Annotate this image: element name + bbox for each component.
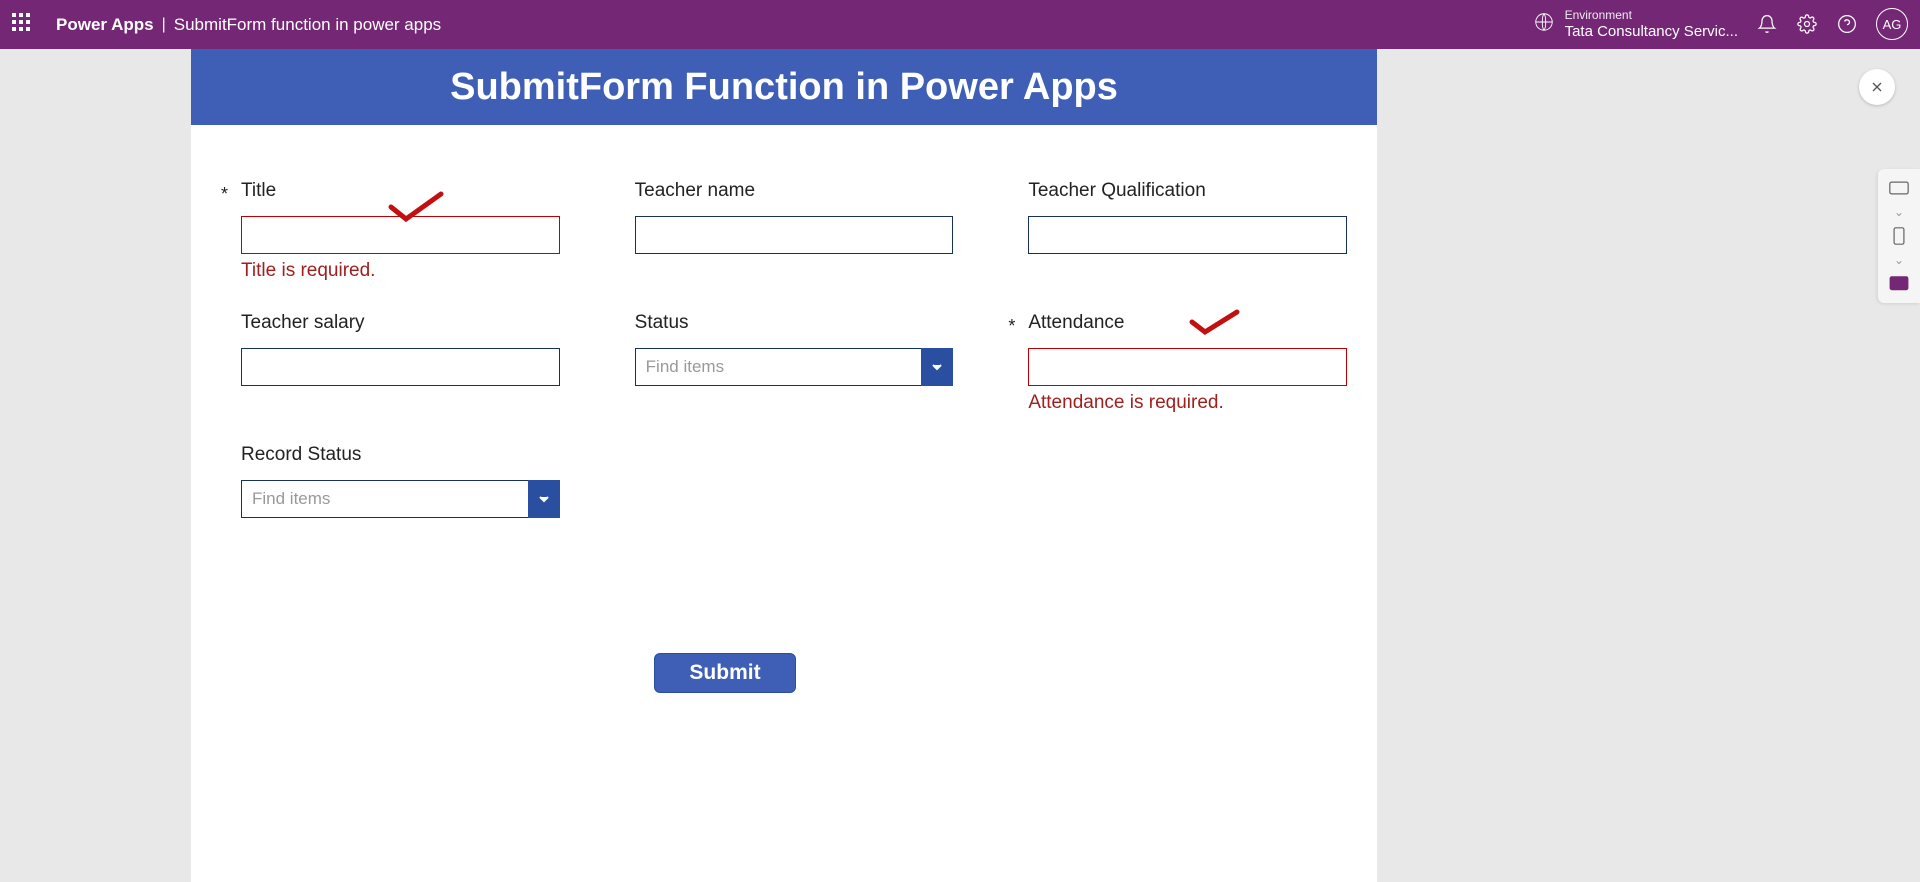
page-title: SubmitForm function in power apps xyxy=(174,15,441,35)
environment-selector[interactable]: Environment Tata Consultancy Servic... xyxy=(1533,8,1738,40)
title-input[interactable] xyxy=(241,216,560,254)
chevron-down-icon[interactable]: ⌄ xyxy=(1894,253,1904,267)
close-button[interactable] xyxy=(1859,69,1895,105)
required-star: * xyxy=(221,184,228,205)
teacher-salary-input[interactable] xyxy=(241,348,560,386)
status-label: Status xyxy=(635,312,954,334)
title-label: Title xyxy=(241,180,560,202)
field-attendance: * Attendance Attendance is required. xyxy=(1008,312,1347,414)
form-header: SubmitForm Function in Power Apps xyxy=(191,49,1377,125)
teacher-salary-label: Teacher salary xyxy=(241,312,560,334)
record-status-label: Record Status xyxy=(241,444,560,466)
environment-name: Tata Consultancy Servic... xyxy=(1565,23,1738,41)
teacher-qualification-input[interactable] xyxy=(1028,216,1347,254)
help-icon[interactable] xyxy=(1836,13,1858,35)
app-canvas: SubmitForm Function in Power Apps * Titl… xyxy=(191,49,1377,882)
separator: | xyxy=(162,16,166,34)
teacher-name-input[interactable] xyxy=(635,216,954,254)
record-status-select[interactable]: Find items xyxy=(241,480,560,518)
top-bar: Power Apps | SubmitForm function in powe… xyxy=(0,0,1920,49)
notification-icon[interactable] xyxy=(1756,13,1778,35)
status-select[interactable]: Find items xyxy=(635,348,954,386)
avatar-initials: AG xyxy=(1883,17,1902,32)
app-name: Power Apps xyxy=(56,15,154,35)
fit-icon[interactable] xyxy=(1887,275,1911,293)
attendance-input[interactable] xyxy=(1028,348,1347,386)
form-title: SubmitForm Function in Power Apps xyxy=(450,66,1118,109)
form-body: * Title Title is required. Teacher name … xyxy=(191,125,1377,548)
field-teacher-qualification: Teacher Qualification xyxy=(1008,180,1347,282)
field-teacher-salary: Teacher salary xyxy=(221,312,560,414)
settings-icon[interactable] xyxy=(1796,13,1818,35)
chevron-down-icon[interactable]: ⌄ xyxy=(1894,205,1904,219)
environment-label: Environment xyxy=(1565,8,1738,22)
field-title: * Title Title is required. xyxy=(221,180,560,282)
attendance-label: Attendance xyxy=(1028,312,1347,334)
monitor-icon[interactable] xyxy=(1887,179,1911,197)
submit-button[interactable]: Submit xyxy=(654,653,796,693)
user-avatar[interactable]: AG xyxy=(1876,8,1908,40)
field-record-status: Record Status Find items xyxy=(221,444,560,518)
status-placeholder: Find items xyxy=(635,348,922,386)
phone-icon[interactable] xyxy=(1887,227,1911,245)
app-launcher-icon[interactable] xyxy=(12,13,36,37)
teacher-name-label: Teacher name xyxy=(635,180,954,202)
chevron-down-icon[interactable] xyxy=(921,348,953,386)
attendance-error: Attendance is required. xyxy=(1028,392,1347,414)
field-status: Status Find items xyxy=(615,312,954,414)
record-status-placeholder: Find items xyxy=(241,480,528,518)
title-error: Title is required. xyxy=(241,260,560,282)
device-preview-panel: ⌄ ⌄ xyxy=(1878,169,1920,303)
required-star: * xyxy=(1008,316,1015,337)
environment-icon xyxy=(1533,11,1555,38)
field-teacher-name: Teacher name xyxy=(615,180,954,282)
teacher-qualification-label: Teacher Qualification xyxy=(1028,180,1347,202)
submit-label: Submit xyxy=(689,661,760,684)
main-area: ⌄ ⌄ SubmitForm Function in Power Apps * … xyxy=(0,49,1920,882)
chevron-down-icon[interactable] xyxy=(528,480,560,518)
